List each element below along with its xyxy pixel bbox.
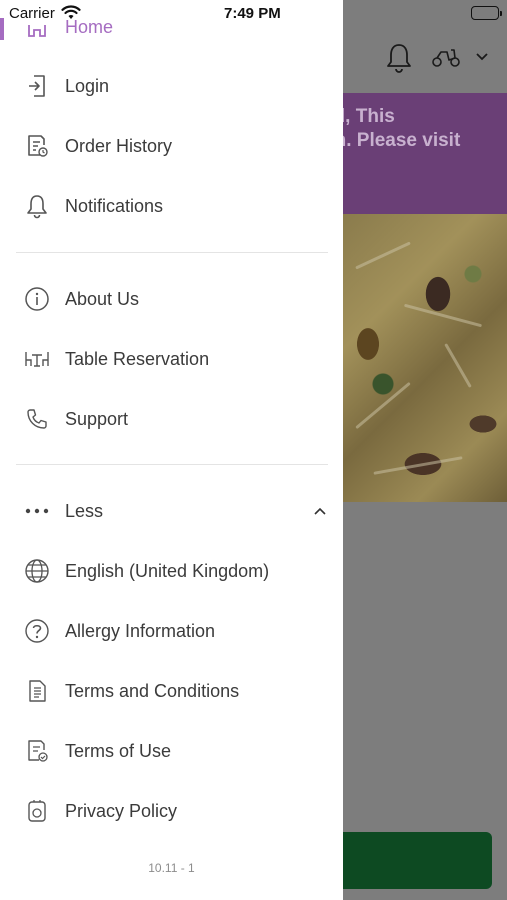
menu-item-notifications[interactable]: Notifications [0, 181, 343, 231]
menu-item-terms-of-use[interactable]: Terms of Use [0, 726, 343, 776]
menu-item-label: Table Reservation [65, 348, 210, 369]
document-icon [24, 678, 50, 704]
chevron-down-icon[interactable] [475, 52, 489, 62]
menu-item-label: English (United Kingdom) [65, 560, 270, 581]
banner-line-3: y [343, 153, 507, 177]
phone-icon [24, 406, 50, 432]
login-icon [24, 73, 50, 99]
info-icon [24, 286, 50, 312]
carrier-label: Carrier [9, 5, 55, 22]
question-icon [24, 618, 50, 644]
menu-item-language[interactable]: English (United Kingdom) [0, 546, 343, 596]
document-check-icon [24, 738, 50, 764]
menu-item-label: About Us [65, 288, 140, 309]
menu-item-label: Terms of Use [65, 740, 172, 761]
background-action-button[interactable] [343, 832, 492, 889]
scooter-icon[interactable] [431, 46, 461, 68]
privacy-icon [24, 798, 50, 824]
clock: 7:49 PM [224, 5, 281, 22]
menu-item-order-history[interactable]: Order History [0, 121, 343, 171]
menu-item-label: Terms and Conditions [65, 680, 240, 701]
menu-item-terms-and-conditions[interactable]: Terms and Conditions [0, 666, 343, 716]
divider [16, 464, 328, 465]
background-screen[interactable]: ed, This on. Please visit y [343, 0, 507, 900]
bell-icon [24, 193, 50, 219]
table-icon [24, 346, 50, 372]
menu-item-less[interactable]: Less [0, 486, 343, 536]
menu-item-label: Allergy Information [65, 620, 216, 641]
menu-item-about-us[interactable]: About Us [0, 274, 343, 324]
globe-icon [24, 558, 50, 584]
wifi-icon [61, 5, 81, 20]
app-version: 10.11 - 1 [148, 861, 195, 875]
menu-item-label: Less [65, 500, 104, 521]
divider [16, 252, 328, 253]
bell-icon[interactable] [385, 42, 413, 74]
menu-item-label: Support [65, 408, 129, 429]
background-header [343, 28, 507, 92]
food-image [343, 214, 507, 502]
menu-item-allergy-information[interactable]: Allergy Information [0, 606, 343, 656]
menu-item-label: Notifications [65, 195, 164, 216]
chevron-up-icon[interactable] [313, 506, 327, 516]
menu-item-label: Login [65, 75, 110, 96]
order-history-icon [24, 133, 50, 159]
banner-line-2: on. Please visit [343, 130, 461, 151]
menu-item-table-reservation[interactable]: Table Reservation [0, 334, 343, 384]
menu-item-label: Privacy Policy [65, 800, 178, 821]
navigation-drawer: Home Login Order History Notifications A… [0, 0, 343, 900]
menu-item-label: Order History [65, 135, 173, 156]
more-dots-icon [24, 498, 50, 524]
banner-line-1: ed, This [343, 106, 395, 127]
status-bar: Carrier 7:49 PM [0, 0, 507, 28]
menu-item-login[interactable]: Login [0, 61, 343, 111]
menu-item-support[interactable]: Support [0, 394, 343, 444]
battery-icon [471, 6, 502, 20]
background-banner: ed, This on. Please visit y [343, 93, 507, 214]
menu-item-privacy-policy[interactable]: Privacy Policy [0, 786, 343, 836]
